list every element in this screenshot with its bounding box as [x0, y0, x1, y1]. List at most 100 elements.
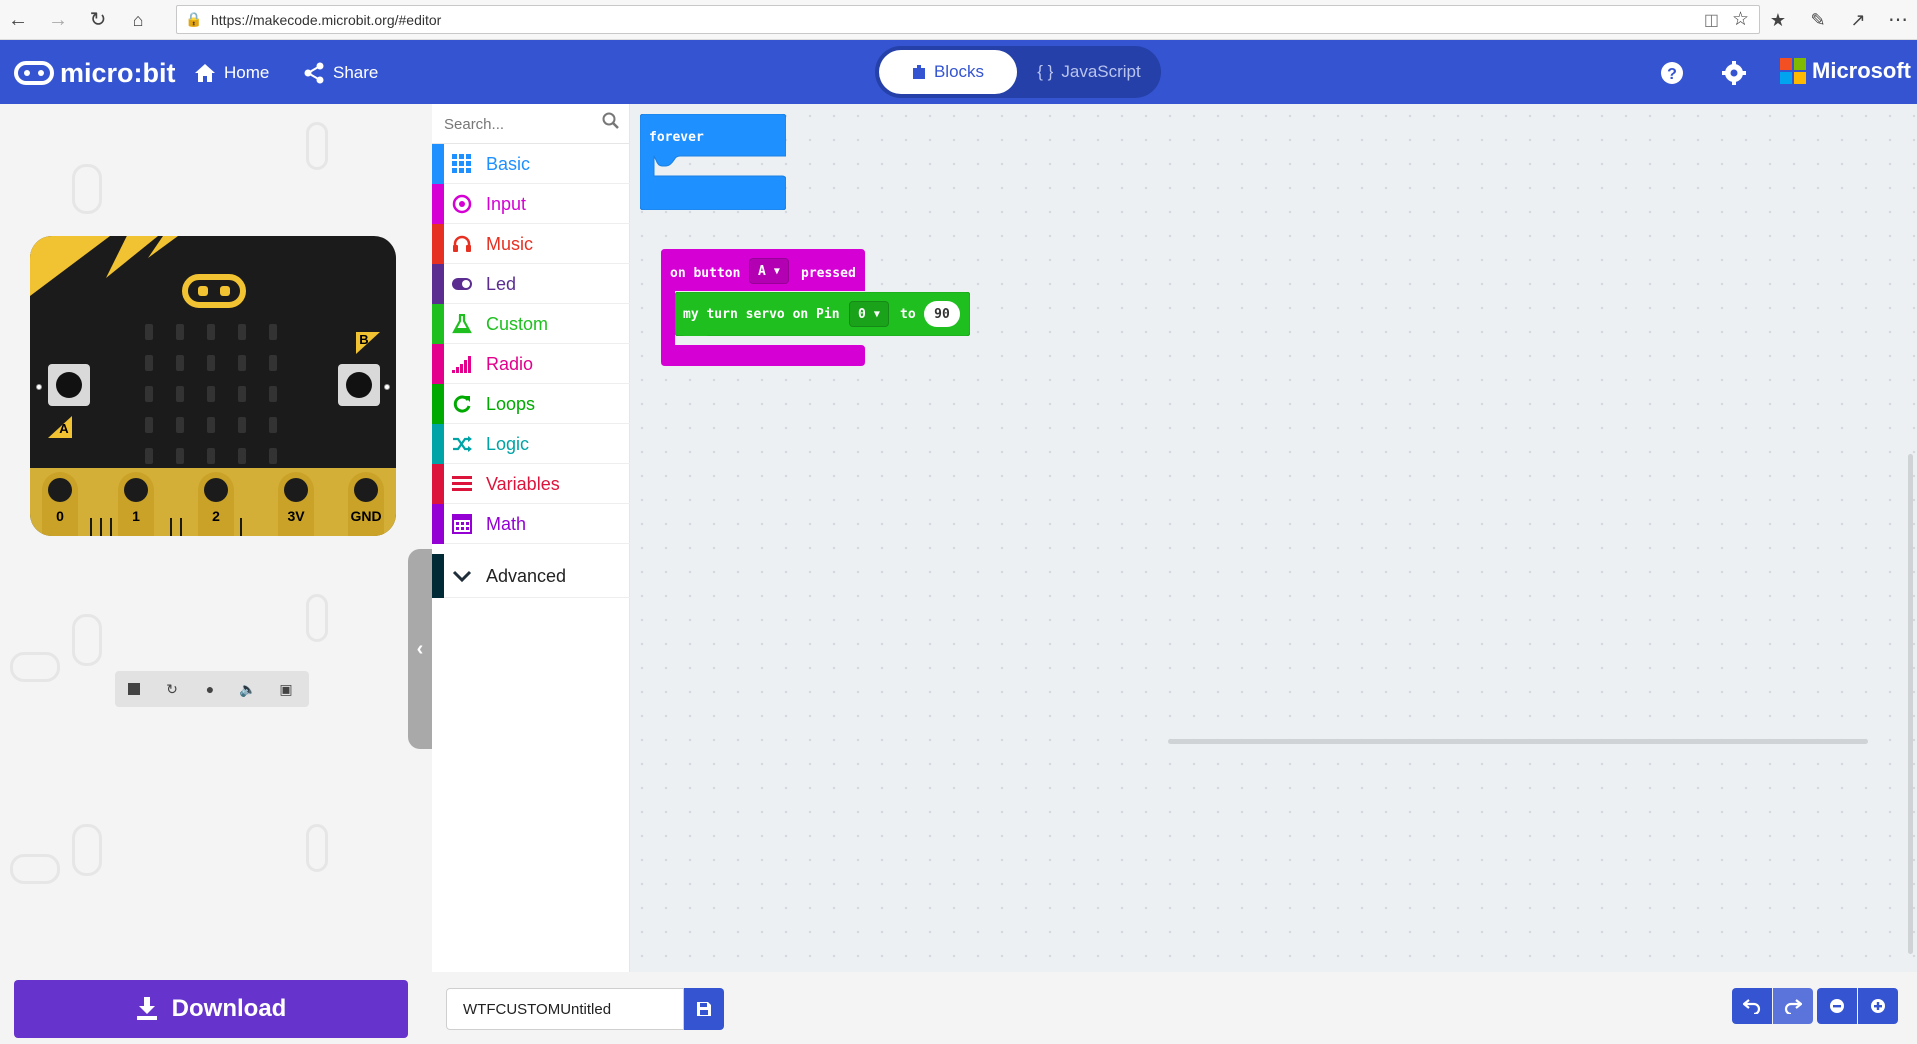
zoom-in-button[interactable]	[1858, 988, 1898, 1024]
back-arrow-icon[interactable]: ←	[4, 6, 32, 34]
fullscreen-button[interactable]: ▣	[267, 671, 305, 707]
led	[238, 386, 246, 402]
toolbox-search	[432, 104, 630, 144]
favorite-star-icon[interactable]: ☆	[1732, 8, 1749, 31]
forever-block[interactable]: forever	[640, 114, 786, 210]
category-color-bar	[432, 424, 444, 464]
download-button[interactable]: Download	[14, 980, 408, 1038]
toggle-icon	[452, 278, 472, 290]
category-radio[interactable]: Radio	[432, 344, 630, 384]
board-stripe	[30, 236, 110, 296]
led	[269, 324, 277, 340]
microsoft-logo[interactable]: Microsoft	[1780, 58, 1911, 84]
button-dropdown[interactable]: A ▼	[749, 258, 789, 284]
mute-button[interactable]: 🔈	[229, 671, 267, 707]
background-doodle	[306, 594, 328, 642]
pressed-label: pressed	[801, 266, 856, 281]
browser-toolbar: ← → ↻ ⌂ 🔒 https://makecode.microbit.org/…	[0, 0, 1917, 40]
tab-blocks[interactable]: Blocks	[879, 50, 1017, 94]
floppy-disk-icon	[697, 1002, 711, 1016]
fullscreen-icon: ▣	[279, 680, 293, 697]
share-browser-icon[interactable]: ↗	[1844, 6, 1872, 34]
category-loops[interactable]: Loops	[432, 384, 630, 424]
pin-2[interactable]: 2	[198, 472, 234, 536]
redo-icon	[1784, 999, 1802, 1014]
board-stripe	[106, 236, 158, 278]
microbit-board[interactable]: A B 0 1 2 3V GND	[30, 236, 396, 536]
category-label: Math	[486, 514, 527, 534]
angle-value: 90	[934, 306, 950, 322]
category-custom[interactable]: Custom	[432, 304, 630, 344]
button-b-label: B	[356, 332, 380, 354]
pin-dropdown[interactable]: 0 ▼	[849, 301, 889, 327]
turn-servo-block[interactable]: my turn servo on Pin 0 ▼ to 90	[675, 292, 970, 336]
vertical-scrollbar[interactable]	[1908, 454, 1913, 954]
zoom-out-icon	[1830, 999, 1844, 1013]
button-b[interactable]	[338, 364, 380, 406]
stop-button[interactable]	[115, 671, 153, 707]
share-button[interactable]: Share	[303, 58, 378, 88]
project-name-input[interactable]	[446, 988, 684, 1030]
restart-button[interactable]: ↻	[153, 671, 191, 707]
search-icon[interactable]	[602, 112, 620, 130]
pin-0[interactable]: 0	[42, 472, 78, 536]
category-variables[interactable]: Variables	[432, 464, 630, 504]
microbit-logo[interactable]: micro:bit	[14, 58, 176, 88]
simulator-controls: ↻ ● 🔈 ▣	[115, 671, 309, 707]
servo-prefix: my turn servo on Pin	[683, 307, 840, 322]
category-math[interactable]: Math	[432, 504, 630, 544]
address-url[interactable]: https://makecode.microbit.org/#editor	[211, 12, 441, 28]
pin-1[interactable]: 1	[118, 472, 154, 536]
category-basic[interactable]: Basic	[432, 144, 630, 184]
pen-icon[interactable]: ✎	[1804, 6, 1832, 34]
category-logic[interactable]: Logic	[432, 424, 630, 464]
button-a[interactable]	[48, 364, 90, 406]
led	[269, 386, 277, 402]
favorites-icon[interactable]: ★	[1764, 6, 1792, 34]
connector-tooth	[100, 518, 102, 536]
slow-mo-button[interactable]: ●	[191, 671, 229, 707]
led	[176, 386, 184, 402]
settings-gear-icon[interactable]	[1721, 60, 1747, 86]
refresh-icon	[453, 395, 471, 413]
category-music[interactable]: Music	[432, 224, 630, 264]
share-label: Share	[333, 63, 379, 82]
led	[238, 355, 246, 371]
chevron-left-icon: ‹	[416, 637, 424, 660]
caret-down-icon: ▼	[773, 265, 780, 277]
category-label: Radio	[486, 354, 534, 374]
home-icon[interactable]: ⌂	[124, 6, 152, 34]
refresh-icon[interactable]: ↻	[84, 6, 112, 34]
search-input[interactable]	[442, 112, 592, 136]
background-doodle	[72, 164, 102, 214]
tab-blocks-label: Blocks	[933, 62, 985, 81]
tab-javascript[interactable]: { } JavaScript	[1021, 50, 1157, 94]
redo-button[interactable]	[1773, 988, 1813, 1024]
pin-dropdown-value: 0	[858, 306, 866, 322]
horizontal-scrollbar[interactable]	[1168, 739, 1868, 744]
connector-tooth	[170, 518, 172, 536]
download-icon	[136, 997, 157, 1020]
category-input[interactable]: Input	[432, 184, 630, 224]
led	[269, 448, 277, 464]
category-led[interactable]: Led	[432, 264, 630, 304]
reading-view-icon[interactable]: ◫	[1704, 10, 1719, 30]
angle-input[interactable]: 90	[924, 301, 960, 327]
collapse-simulator-button[interactable]: ‹	[408, 549, 432, 749]
category-label: Variables	[486, 474, 560, 494]
zoom-out-button[interactable]	[1817, 988, 1857, 1024]
list-icon	[452, 476, 472, 491]
undo-button[interactable]	[1732, 988, 1772, 1024]
category-color-bar	[432, 384, 444, 424]
pin-3v[interactable]: 3V	[278, 472, 314, 536]
pin-gnd[interactable]: GND	[348, 472, 384, 536]
forward-arrow-icon[interactable]: →	[44, 6, 72, 34]
home-button[interactable]: Home	[194, 58, 269, 88]
save-button[interactable]	[684, 988, 724, 1030]
address-bar[interactable]: 🔒 https://makecode.microbit.org/#editor …	[176, 5, 1760, 34]
help-icon[interactable]: ?	[1659, 60, 1685, 86]
category-advanced[interactable]: Advanced	[432, 554, 630, 598]
more-icon[interactable]: ⋯	[1884, 6, 1912, 34]
blocks-workspace[interactable]: forever on button A ▼ pressed my turn se…	[630, 104, 1917, 972]
category-color-bar	[432, 144, 444, 184]
